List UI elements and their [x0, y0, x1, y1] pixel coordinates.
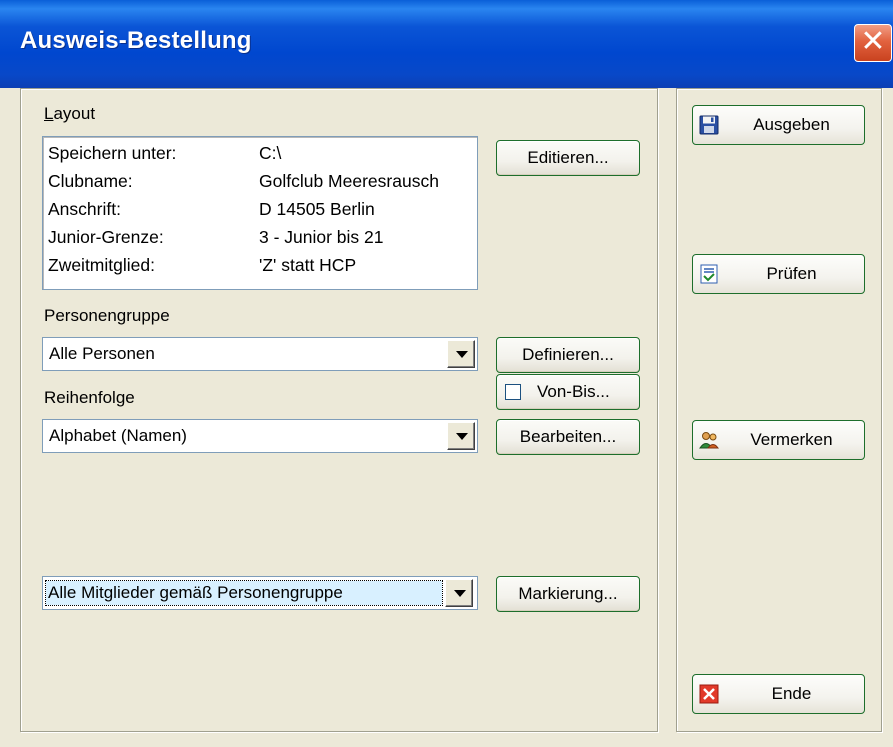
ende-button[interactable]: Ende — [692, 674, 865, 714]
info-key: Junior-Grenze: — [48, 227, 164, 247]
people-icon — [699, 432, 719, 449]
bearbeiten-button[interactable]: Bearbeiten... — [496, 419, 640, 455]
markierung-button[interactable]: Markierung... — [496, 576, 640, 612]
chevron-down-icon[interactable] — [445, 579, 473, 607]
vermerken-button[interactable]: Vermerken — [692, 420, 865, 460]
definieren-button-label: Definieren... — [522, 345, 614, 364]
chevron-down-icon[interactable] — [447, 340, 475, 368]
info-key: Clubname: — [48, 171, 133, 191]
personengruppe-value: Alle Personen — [49, 344, 155, 363]
info-value: C:\ — [259, 143, 282, 163]
definieren-button[interactable]: Definieren... — [496, 337, 640, 373]
close-icon: ✕ — [860, 25, 886, 58]
info-value: Golfclub Meeresrausch — [259, 171, 439, 191]
layout-label-rest: ayout — [53, 104, 96, 123]
ausgeben-label: Ausgeben — [753, 115, 830, 134]
info-value: 'Z' statt HCP — [259, 255, 357, 275]
info-value: 3 - Junior bis 21 — [259, 227, 384, 247]
reihenfolge-value: Alphabet (Namen) — [49, 426, 187, 445]
dialog-window: Ausweis-Bestellung ✕ Layout Speichern un… — [0, 0, 893, 747]
editieren-button-label: Editieren... — [527, 148, 609, 167]
markierung-value: Alle Mitglieder gemäß Personengruppe — [45, 580, 443, 606]
red-x-icon — [699, 684, 719, 704]
pruefen-button[interactable]: Prüfen — [692, 254, 865, 294]
markierung-select[interactable]: Alle Mitglieder gemäß Personengruppe — [42, 576, 478, 610]
info-value: D 14505 Berlin — [259, 199, 375, 219]
personengruppe-select[interactable]: Alle Personen — [42, 337, 478, 371]
ende-label: Ende — [771, 684, 812, 703]
reihenfolge-select[interactable]: Alphabet (Namen) — [42, 419, 478, 453]
markierung-button-label: Markierung... — [518, 584, 618, 603]
checklist-icon — [700, 264, 718, 284]
von-bis-checkbox[interactable]: Von-Bis... — [496, 374, 640, 410]
editieren-button[interactable]: Editieren... — [496, 140, 640, 176]
info-key: Speichern unter: — [48, 143, 177, 163]
actions-group — [676, 88, 882, 732]
ausgeben-button[interactable]: Ausgeben — [692, 105, 865, 145]
layout-label: Layout — [44, 104, 95, 124]
von-bis-label: Von-Bis... — [537, 382, 610, 401]
title-bar: Ausweis-Bestellung ✕ — [0, 0, 893, 88]
info-key: Anschrift: — [48, 199, 121, 219]
close-button[interactable]: ✕ — [854, 24, 892, 62]
window-title: Ausweis-Bestellung — [20, 27, 252, 54]
info-key: Zweitmitglied: — [48, 255, 155, 275]
chevron-down-icon[interactable] — [447, 422, 475, 450]
reihenfolge-label: Reihenfolge — [44, 388, 135, 407]
personengruppe-label: Personengruppe — [44, 306, 170, 325]
pruefen-label: Prüfen — [766, 264, 817, 283]
layout-info-box: Speichern unter: C:\ Clubname: Golfclub … — [42, 136, 478, 290]
floppy-disk-icon — [699, 115, 719, 135]
vermerken-label: Vermerken — [750, 430, 833, 449]
bearbeiten-button-label: Bearbeiten... — [519, 427, 617, 446]
checkbox-icon[interactable] — [505, 384, 521, 400]
